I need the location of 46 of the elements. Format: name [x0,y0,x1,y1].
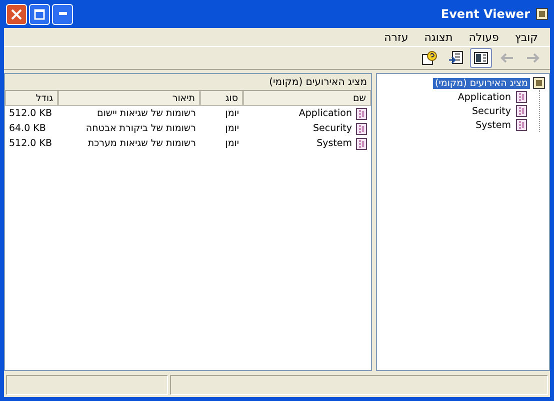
tree-item[interactable]: מציג האירועים (מקומי) [433,78,530,88]
log-icon [356,122,367,134]
table-cell: 512.0 KB [9,138,52,149]
menu-item[interactable]: פעולה [462,30,505,44]
right-arrow-icon [526,53,540,63]
toolbar-button[interactable] [470,48,492,68]
menu-item[interactable]: עזרה [378,30,414,44]
table-cell: רשומות של שגיאות יישום [97,108,196,119]
log-icon [356,138,367,150]
column-header[interactable]: תיאור [58,91,200,106]
column-header[interactable]: גודל [5,91,58,106]
column-header[interactable]: שם [243,91,371,106]
minimize-icon [58,12,66,16]
export-list-icon [448,51,462,65]
tree-item[interactable]: Application [456,92,513,102]
menu-item[interactable]: קובץ [508,30,544,44]
table-cell: רשומות של שגיאות מערכת [88,138,196,149]
console-icon [536,8,548,20]
column-header[interactable]: סוג [200,91,243,106]
panel-icon [474,52,488,64]
table-cell: יומן [225,123,239,134]
log-icon [516,91,527,103]
console-icon [533,77,545,89]
table-cell: 512.0 KB [9,108,52,119]
close-button[interactable] [6,4,27,24]
tree-item[interactable]: System [474,120,513,130]
table-cell: יומן [225,138,239,149]
table-cell: יומן [225,108,239,119]
log-icon [516,105,527,117]
log-icon [516,119,527,131]
minimize-button[interactable] [52,4,73,24]
log-icon [356,108,367,120]
maximize-button[interactable] [29,4,50,24]
menu-item[interactable]: תצוגה [418,30,459,44]
tree-item[interactable]: Security [470,106,513,116]
table-cell: System [316,138,352,149]
table-cell: 64.0 KB [9,123,46,134]
help-icon [422,51,436,65]
table-cell: Security [312,123,352,134]
left-arrow-icon [500,53,514,63]
close-icon [11,8,22,20]
window-title: Event Viewer [440,7,530,21]
pane-title: מציג האירועים (מקומי) [269,76,367,88]
maximize-icon [34,8,45,20]
table-cell: Application [298,108,352,119]
table-cell: רשומות של ביקורת אבטחה [86,123,196,134]
